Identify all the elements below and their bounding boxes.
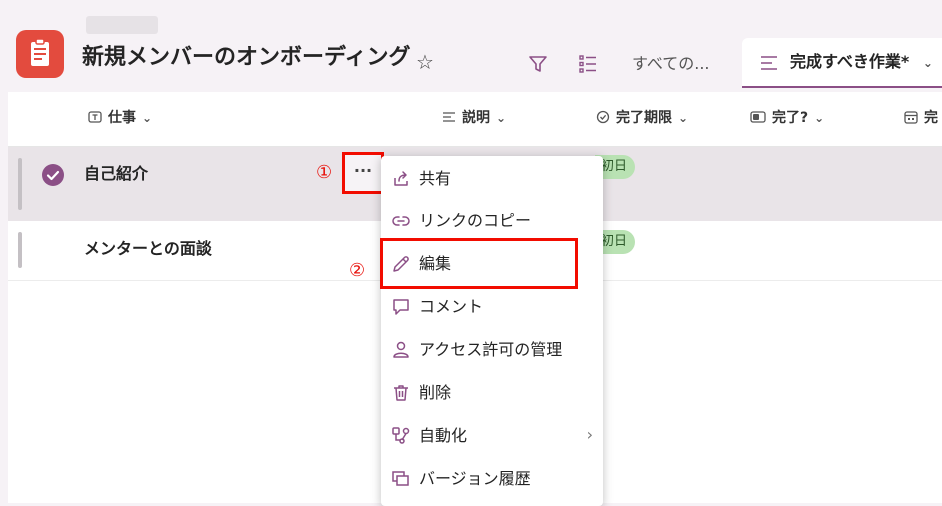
person-icon (393, 341, 409, 358)
trash-icon (394, 385, 408, 401)
version-history-icon (392, 471, 409, 486)
menu-item-label: 自動化 (419, 426, 468, 445)
column-label: 完了? (772, 110, 809, 126)
row-selection-bar (18, 158, 22, 210)
column-header-task[interactable]: 仕事 ⌄ (88, 108, 152, 128)
multiline-text-icon (443, 112, 455, 122)
menu-item-share[interactable]: 共有 (381, 158, 603, 200)
menu-item-label: 共有 (419, 169, 452, 188)
chevron-down-icon: ⌄ (496, 111, 507, 125)
menu-item-label: コメント (419, 297, 484, 316)
column-header-description[interactable]: 説明 ⌄ (442, 108, 506, 128)
chevron-down-icon: ⌄ (678, 111, 689, 125)
favorite-star-icon[interactable]: ☆ (416, 52, 434, 72)
menu-item-manage-access[interactable]: アクセス許可の管理 (381, 329, 603, 371)
list-title: 新規メンバーのオンボーディング (82, 45, 411, 70)
calendar-icon (904, 111, 918, 124)
annotation-step-1: ① (316, 162, 333, 183)
choice-check-icon (596, 110, 610, 124)
clipboard-icon (31, 38, 49, 66)
yes-no-icon (750, 111, 766, 123)
chevron-right-icon: › (586, 425, 593, 444)
chevron-down-icon: ⌄ (814, 111, 825, 125)
column-label: 完 (924, 110, 938, 126)
blurred-site-name (86, 16, 158, 34)
view-tab-all-items[interactable]: すべての... (632, 52, 710, 76)
menu-item-label: リンクのコピー (419, 211, 532, 230)
list-app-icon (16, 30, 64, 78)
annotation-highlight-more (342, 152, 384, 194)
automate-icon (392, 427, 410, 444)
column-header-due[interactable]: 完了期限 ⌄ (596, 108, 688, 128)
row-selection-bar (18, 232, 22, 268)
task-title[interactable]: 自己紹介 (84, 163, 148, 185)
column-header-done[interactable]: 完了? ⌄ (750, 108, 824, 128)
menu-item-delete[interactable]: 削除 (381, 372, 603, 414)
link-icon (392, 216, 410, 226)
menu-item-copy-link[interactable]: リンクのコピー (381, 200, 603, 242)
active-view-name: 完成すべき作業* (790, 52, 910, 71)
row-selected-check-icon[interactable] (42, 164, 64, 186)
menu-item-label: アクセス許可の管理 (419, 340, 563, 359)
chevron-down-icon: ⌄ (142, 111, 153, 125)
menu-item-automate[interactable]: 自動化 › (381, 415, 603, 457)
view-list-icon (760, 56, 778, 70)
column-label: 仕事 (108, 110, 136, 126)
filter-icon[interactable] (528, 54, 548, 74)
comment-icon (393, 299, 409, 315)
chevron-down-icon[interactable]: ⌄ (923, 56, 933, 70)
annotation-step-2: ② (349, 260, 366, 281)
column-header-completed[interactable]: 完 (904, 108, 938, 128)
text-field-icon (88, 111, 102, 123)
share-icon (394, 171, 408, 186)
menu-item-version-history[interactable]: バージョン履歴 (381, 458, 603, 500)
column-label: 完了期限 (616, 110, 672, 126)
column-label: 説明 (462, 110, 490, 126)
active-view-label[interactable]: 完成すべき作業* ⌄ (790, 50, 933, 75)
menu-item-label: 削除 (419, 383, 452, 402)
task-title[interactable]: メンターとの面談 (84, 238, 212, 260)
menu-item-comment[interactable]: コメント (381, 286, 603, 328)
menu-item-label: バージョン履歴 (419, 469, 531, 488)
annotation-highlight-edit (380, 238, 578, 289)
group-by-icon[interactable] (578, 54, 598, 74)
